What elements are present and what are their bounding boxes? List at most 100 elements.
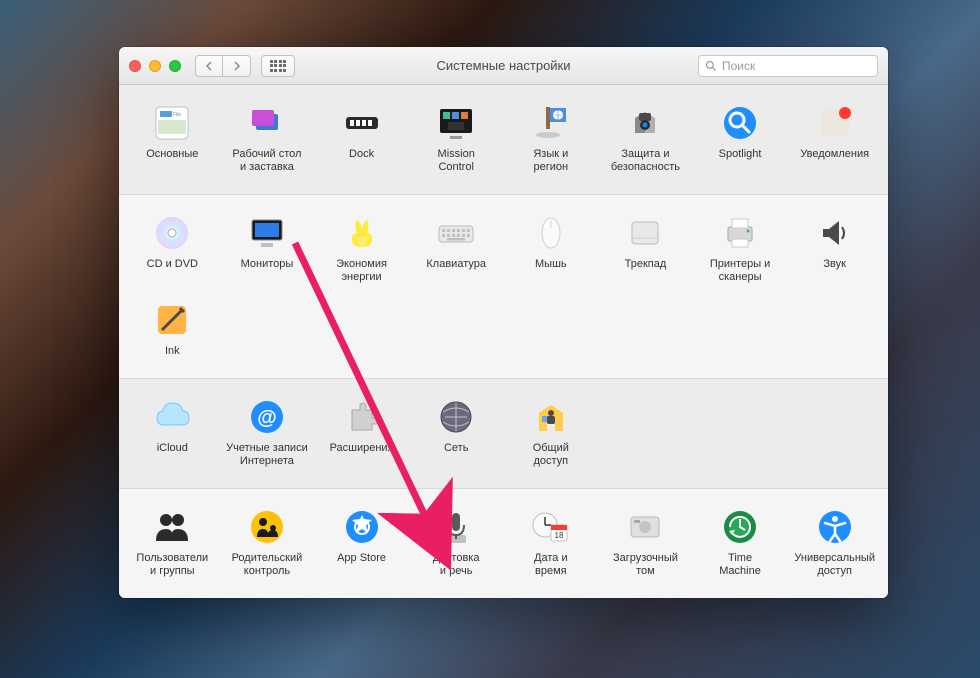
accessibility-icon xyxy=(815,507,855,547)
zoom-button[interactable] xyxy=(169,60,181,72)
pref-label: Защита и безопасность xyxy=(611,148,680,174)
pref-cddvd[interactable]: CD и DVD xyxy=(125,209,220,288)
internet-accounts-icon: @ xyxy=(247,397,287,437)
language-region-icon xyxy=(531,103,571,143)
pref-label: Клавиатура xyxy=(426,258,486,271)
pref-label: Язык и регион xyxy=(533,148,568,174)
pref-ink[interactable]: Ink xyxy=(125,296,220,362)
pref-label: Рабочий стол и заставка xyxy=(232,148,301,174)
pref-extensions[interactable]: Расширения xyxy=(314,393,409,472)
prefs-row-3: Пользователи и группы Родительский контро… xyxy=(119,488,888,598)
pref-label: Mission Control xyxy=(438,148,475,174)
startup-disk-icon xyxy=(625,507,665,547)
nav-segment xyxy=(195,55,251,77)
mission-control-icon xyxy=(436,103,476,143)
pref-label: Родительский контроль xyxy=(232,552,303,578)
pref-appstore[interactable]: App Store xyxy=(314,503,409,582)
pref-mission[interactable]: Mission Control xyxy=(409,99,504,178)
pref-sharing[interactable]: Общий доступ xyxy=(504,393,599,472)
prefs-grid: Пользователи и группы Родительский контро… xyxy=(125,503,882,582)
forward-button[interactable] xyxy=(223,55,251,77)
prefs-row-1: CD и DVD МониторыЭкономия энергии Клавиату… xyxy=(119,194,888,378)
dock-icon xyxy=(342,103,382,143)
pref-label: Dock xyxy=(349,148,374,161)
sharing-icon xyxy=(531,397,571,437)
pref-label: Основные xyxy=(146,148,198,161)
pref-startup[interactable]: Загрузочный том xyxy=(598,503,693,582)
pref-timemachine[interactable]: Time Machine xyxy=(693,503,788,582)
pref-accessibility[interactable]: Универсальный доступ xyxy=(787,503,882,582)
grid-icon xyxy=(270,60,287,72)
prefs-grid: CD и DVD МониторыЭкономия энергии Клавиату… xyxy=(125,209,882,288)
parental-control-icon xyxy=(247,507,287,547)
pref-displays[interactable]: Мониторы xyxy=(220,209,315,288)
extensions-icon xyxy=(342,397,382,437)
pref-sound[interactable]: Звук xyxy=(787,209,882,288)
general-icon: File xyxy=(152,103,192,143)
pref-label: Учетные записи Интернета xyxy=(226,442,308,468)
pref-label: Уведомления xyxy=(800,148,869,161)
printers-icon xyxy=(720,213,760,253)
prefs-grid: iCloud @ Учетные записи ИнтернетаРасширени… xyxy=(125,393,882,472)
back-button[interactable] xyxy=(195,55,223,77)
pref-label: Звук xyxy=(823,258,846,271)
mouse-icon xyxy=(531,213,571,253)
minimize-button[interactable] xyxy=(149,60,161,72)
pref-label: Ink xyxy=(165,345,180,358)
pref-label: App Store xyxy=(337,552,386,565)
pref-language[interactable]: Язык и регион xyxy=(504,99,599,178)
pref-general[interactable]: File Основные xyxy=(125,99,220,178)
cd-dvd-icon xyxy=(152,213,192,253)
app-store-icon xyxy=(342,507,382,547)
pref-label: CD и DVD xyxy=(147,258,198,271)
chevron-right-icon xyxy=(233,61,241,71)
pref-label: Принтеры и сканеры xyxy=(710,258,771,284)
pref-datetime[interactable]: 18 Дата и время xyxy=(504,503,599,582)
pref-label: Общий доступ xyxy=(533,442,569,468)
pref-label: iCloud xyxy=(157,442,188,455)
search-field[interactable] xyxy=(698,55,878,77)
show-all-button[interactable] xyxy=(261,55,295,77)
pref-notifications[interactable]: Уведомления xyxy=(787,99,882,178)
prefs-row-2: iCloud @ Учетные записи ИнтернетаРасширени… xyxy=(119,378,888,488)
search-input[interactable] xyxy=(722,59,871,73)
pref-spotlight[interactable]: Spotlight xyxy=(693,99,788,178)
pref-internet[interactable]: @ Учетные записи Интернета xyxy=(220,393,315,472)
date-time-icon: 18 xyxy=(531,507,571,547)
prefs-grid: Ink xyxy=(125,296,882,362)
pref-printers[interactable]: Принтеры и сканеры xyxy=(693,209,788,288)
pref-label: Диктовка и речь xyxy=(433,552,480,578)
users-groups-icon xyxy=(152,507,192,547)
pref-users[interactable]: Пользователи и группы xyxy=(125,503,220,582)
svg-text:File: File xyxy=(173,112,181,118)
close-button[interactable] xyxy=(129,60,141,72)
window-controls xyxy=(129,60,181,72)
pref-label: Дата и время xyxy=(534,552,568,578)
pref-label: Сеть xyxy=(444,442,468,455)
pref-dictation[interactable]: Диктовка и речь xyxy=(409,503,504,582)
network-icon xyxy=(436,397,476,437)
pref-label: Spotlight xyxy=(719,148,762,161)
dictation-icon xyxy=(436,507,476,547)
svg-text:@: @ xyxy=(257,407,277,429)
pref-security[interactable]: Защита и безопасность xyxy=(598,99,693,178)
pref-trackpad[interactable]: Трекпад xyxy=(598,209,693,288)
pref-icloud[interactable]: iCloud xyxy=(125,393,220,472)
sound-icon xyxy=(815,213,855,253)
pref-network[interactable]: Сеть xyxy=(409,393,504,472)
pref-label: Загрузочный том xyxy=(613,552,678,578)
pref-label: Трекпад xyxy=(625,258,667,271)
pref-desktop[interactable]: Рабочий стол и заставка xyxy=(220,99,315,178)
pref-mouse[interactable]: Мышь xyxy=(504,209,599,288)
pref-keyboard[interactable]: Клавиатура xyxy=(409,209,504,288)
desktop-screensaver-icon xyxy=(247,103,287,143)
pref-energy[interactable]: Экономия энергии xyxy=(314,209,409,288)
system-preferences-window: Системные настройки File Основные Рабочий … xyxy=(119,47,888,598)
pref-label: Time Machine xyxy=(719,552,761,578)
pref-dock[interactable]: Dock xyxy=(314,99,409,178)
pref-parental[interactable]: Родительский контроль xyxy=(220,503,315,582)
icloud-icon xyxy=(152,397,192,437)
displays-icon xyxy=(247,213,287,253)
notifications-icon xyxy=(815,103,855,143)
titlebar: Системные настройки xyxy=(119,47,888,85)
